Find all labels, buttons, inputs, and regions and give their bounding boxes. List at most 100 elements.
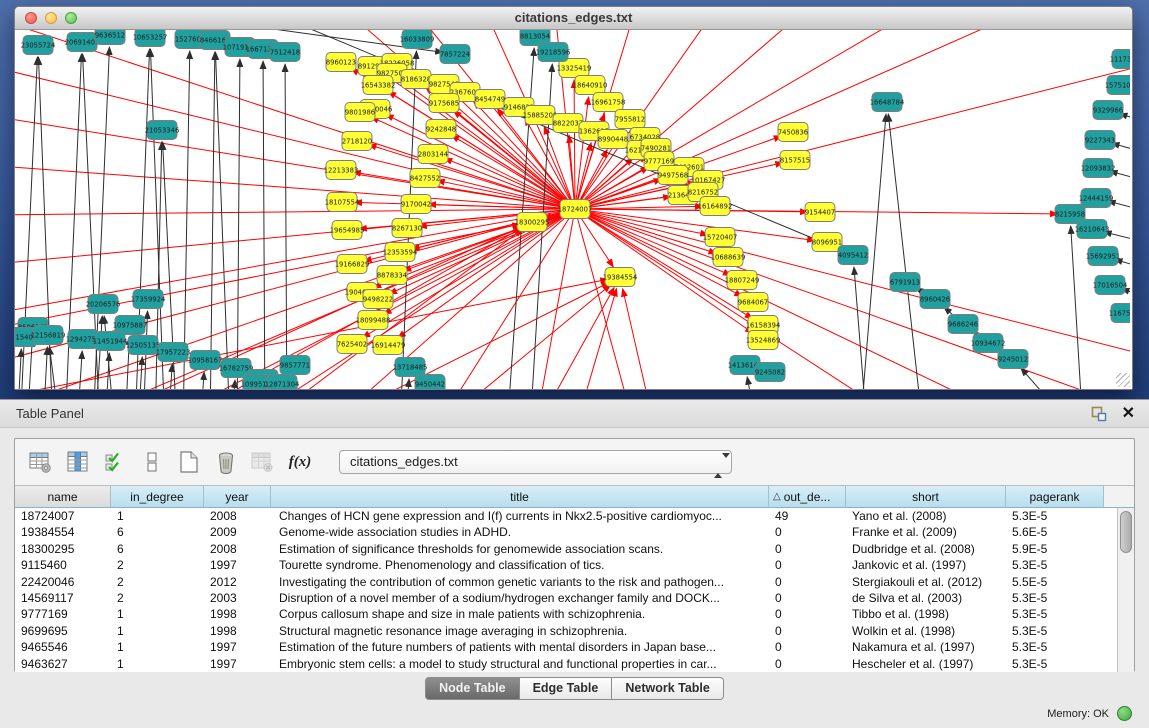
column-header-pagerank[interactable]: pagerank bbox=[1006, 486, 1104, 508]
close-button[interactable] bbox=[25, 12, 37, 24]
table-row[interactable]: 2242004622012Investigating the contribut… bbox=[15, 574, 1117, 590]
column-header-name[interactable]: name bbox=[15, 486, 111, 508]
graph-node[interactable]: 19218596 bbox=[536, 43, 571, 62]
table-row[interactable]: 1872400712008Changes of HCN gene express… bbox=[15, 508, 1117, 524]
graph-node[interactable]: 10688639 bbox=[711, 248, 746, 267]
graph-node[interactable]: 16648784 bbox=[870, 93, 905, 112]
graph-node[interactable]: 18640910 bbox=[573, 76, 608, 95]
delete-column-icon[interactable] bbox=[212, 448, 240, 476]
graph-node[interactable]: 8878334 bbox=[377, 266, 407, 285]
graph-node[interactable]: 2718120 bbox=[342, 132, 372, 151]
graph-node[interactable]: 13524869 bbox=[746, 331, 781, 350]
graph-node[interactable]: 10958167 bbox=[188, 351, 223, 370]
tab-node-table[interactable]: Node Table bbox=[425, 677, 519, 700]
graph-node[interactable]: 19654985 bbox=[330, 221, 365, 240]
graph-node[interactable]: 6791913 bbox=[890, 273, 920, 292]
graph-node[interactable]: 8267130 bbox=[392, 219, 422, 238]
graph-node[interactable]: 16033809 bbox=[400, 30, 435, 49]
table-vertical-scrollbar[interactable] bbox=[1117, 508, 1134, 672]
graph-node[interactable]: 8454749 bbox=[475, 90, 505, 109]
graph-node[interactable]: 16210643 bbox=[1075, 220, 1110, 239]
graph-node[interactable]: 2803144 bbox=[418, 145, 448, 164]
graph-node[interactable]: 18099488 bbox=[356, 311, 391, 330]
graph-node[interactable]: 12213383 bbox=[324, 161, 359, 180]
zoom-button[interactable] bbox=[65, 12, 77, 24]
graph-node[interactable]: 21053346 bbox=[145, 121, 180, 140]
graph-node[interactable]: 7857224 bbox=[440, 45, 470, 64]
graph-node[interactable]: 9170042 bbox=[401, 195, 431, 214]
table-row[interactable]: 977716911998Corpus callosum shape and si… bbox=[15, 606, 1117, 622]
graph-node[interactable]: 11173590 bbox=[1110, 50, 1130, 69]
close-panel-icon[interactable]: ✕ bbox=[1122, 403, 1135, 423]
graph-node[interactable]: 9686246 bbox=[948, 315, 978, 334]
graph-node[interactable]: 16164892 bbox=[698, 197, 733, 216]
table-source-select[interactable]: citations_edges.txt bbox=[339, 450, 732, 474]
graph-node[interactable]: 11451944 bbox=[93, 332, 128, 351]
graph-node[interactable]: 8427552 bbox=[410, 169, 440, 188]
graph-node[interactable]: 12353594 bbox=[383, 243, 418, 262]
graph-node[interactable]: 9450442 bbox=[415, 375, 445, 390]
table-mode-icon[interactable] bbox=[27, 448, 55, 476]
graph-node[interactable]: 19166829 bbox=[335, 255, 370, 274]
column-header-short[interactable]: short bbox=[846, 486, 1006, 508]
graph-node[interactable]: 16914479 bbox=[371, 336, 406, 355]
graph-node[interactable]: 8186328 bbox=[401, 70, 431, 89]
graph-node[interactable]: 20206576 bbox=[86, 295, 121, 314]
table-row[interactable]: 1456911722003Disruption of a novel membe… bbox=[15, 590, 1117, 606]
graph-node[interactable]: 9242848 bbox=[426, 120, 456, 139]
table-row[interactable]: 946554611997Estimation of the future num… bbox=[15, 639, 1117, 655]
network-window-titlebar[interactable]: citations_edges.txt bbox=[15, 7, 1132, 30]
show-columns-icon[interactable] bbox=[64, 448, 92, 476]
graph-node[interactable]: 13718485 bbox=[393, 358, 428, 377]
select-all-icon[interactable] bbox=[101, 448, 129, 476]
graph-node[interactable]: 9175685 bbox=[429, 94, 459, 113]
graph-node[interactable]: 9245012 bbox=[998, 350, 1028, 369]
graph-node[interactable]: 16961758 bbox=[591, 93, 626, 112]
graph-node[interactable]: 7512418 bbox=[270, 43, 300, 62]
graph-node[interactable]: 8960123 bbox=[326, 53, 356, 72]
graph-node[interactable]: 17016504 bbox=[1093, 276, 1128, 295]
graph-node[interactable]: 9245082 bbox=[755, 363, 785, 382]
graph-node[interactable]: 9857771 bbox=[280, 356, 310, 375]
graph-node[interactable]: 9227343 bbox=[1085, 131, 1115, 150]
citation-network-graph[interactable]: 1872400718300295193845548960123891295518… bbox=[15, 30, 1130, 389]
network-window[interactable]: citations_edges.txt 18724007183002951938… bbox=[14, 6, 1133, 390]
graph-node[interactable]: 12871304 bbox=[265, 375, 300, 390]
graph-node[interactable]: 10653257 bbox=[133, 30, 168, 47]
tab-edge-table[interactable]: Edge Table bbox=[520, 677, 613, 700]
table-row[interactable]: 969969511998Structural magnetic resonanc… bbox=[15, 623, 1117, 639]
graph-node[interactable]: 18300295 bbox=[515, 213, 550, 232]
graph-node[interactable]: 19384554 bbox=[603, 268, 638, 287]
graph-node[interactable]: 7955812 bbox=[615, 110, 645, 129]
network-canvas[interactable]: 1872400718300295193845548960123891295518… bbox=[15, 30, 1132, 389]
graph-node[interactable]: 4095412 bbox=[838, 246, 868, 265]
graph-node[interactable]: 16543382 bbox=[361, 76, 396, 95]
graph-node[interactable]: 15751074 bbox=[1105, 76, 1130, 95]
graph-node[interactable]: 8096951 bbox=[812, 233, 842, 252]
column-header-in_degree[interactable]: in_degree bbox=[111, 486, 204, 508]
graph-node[interactable]: 18807249 bbox=[725, 271, 760, 290]
graph-node[interactable]: 9498222 bbox=[363, 290, 393, 309]
graph-node[interactable]: 9154407 bbox=[805, 203, 835, 222]
new-column-icon[interactable] bbox=[175, 448, 203, 476]
column-header-year[interactable]: year bbox=[204, 486, 271, 508]
scrollbar-thumb[interactable] bbox=[1120, 511, 1132, 553]
graph-node[interactable]: 7450836 bbox=[778, 123, 808, 142]
window-resize-grip[interactable] bbox=[1116, 373, 1130, 387]
graph-node[interactable]: 18107554 bbox=[325, 193, 360, 212]
column-header-out_de[interactable]: △out_de... bbox=[769, 486, 846, 508]
graph-node[interactable]: 15692951 bbox=[1086, 247, 1121, 266]
table-row[interactable]: 1938455462009Genome-wide association stu… bbox=[15, 524, 1117, 540]
function-builder-icon[interactable]: f(x) bbox=[286, 448, 314, 476]
graph-node[interactable]: 9329966 bbox=[1093, 101, 1123, 120]
tab-network-table[interactable]: Network Table bbox=[612, 677, 724, 700]
graph-node[interactable]: 15720407 bbox=[703, 228, 738, 247]
graph-node[interactable]: 12093832 bbox=[1081, 159, 1116, 178]
graph-node[interactable]: 7625402 bbox=[337, 335, 367, 354]
graph-node[interactable]: 9801986 bbox=[345, 103, 375, 122]
table-row[interactable]: 911546021997Tourette syndrome. Phenomeno… bbox=[15, 557, 1117, 573]
graph-node[interactable]: 17359924 bbox=[131, 290, 166, 309]
clear-selection-icon[interactable] bbox=[138, 448, 166, 476]
graph-node[interactable]: 8990448 bbox=[598, 130, 628, 149]
graph-node[interactable]: 12444159 bbox=[1079, 189, 1114, 208]
